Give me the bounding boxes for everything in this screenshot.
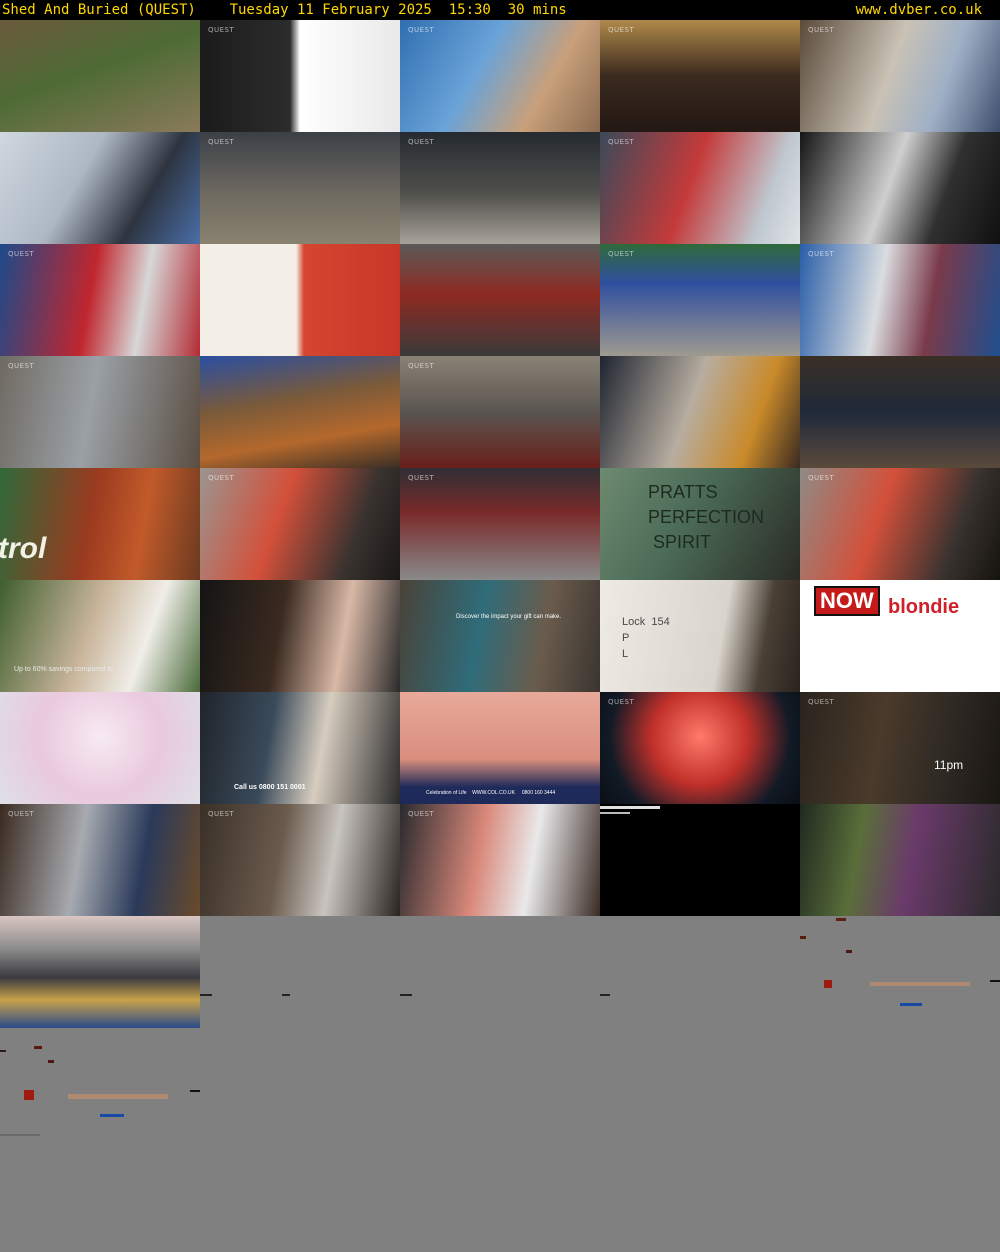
channel-watermark: QUEST: [808, 474, 835, 482]
thumbnail-r3c2[interactable]: [200, 244, 400, 356]
glitch-artifact: [68, 1094, 168, 1099]
thumbnail-r6c1[interactable]: Up to 60% savings compared to…: [0, 580, 200, 692]
channel-watermark: QUEST: [8, 250, 35, 258]
thumbnail-r5c4[interactable]: PRATTS PERFECTION SPIRIT: [600, 468, 800, 580]
thumbnail-r1c4[interactable]: QUEST: [600, 20, 800, 132]
glitch-artifact: [100, 1114, 124, 1117]
thumbnail-r7c1[interactable]: [0, 692, 200, 804]
title-bar: Shed And Buried (QUEST) Tuesday 11 Febru…: [0, 0, 1000, 20]
thumbnail-r5c1[interactable]: trol: [0, 468, 200, 580]
thumbnail-r2c1[interactable]: [0, 132, 200, 244]
glitch-artifact: [846, 950, 852, 953]
glitch-artifact: [900, 1003, 922, 1006]
frame-caption: PRATTS PERFECTION SPIRIT: [648, 482, 765, 552]
channel-watermark: QUEST: [208, 810, 235, 818]
glitch-artifact: [824, 980, 832, 988]
channel-watermark: QUEST: [608, 26, 635, 34]
frame-caption: Call us 0800 151 0001: [234, 784, 306, 791]
thumbnail-r4c3[interactable]: QUEST: [400, 356, 600, 468]
channel-watermark: QUEST: [808, 698, 835, 706]
site-link[interactable]: www.dvber.co.uk: [856, 0, 982, 20]
thumbnail-r9c1[interactable]: [0, 916, 200, 1028]
thumbnail-r4c2[interactable]: [200, 356, 400, 468]
thumbnail-r4c4[interactable]: [600, 356, 800, 468]
thumbnail-r2c5[interactable]: [800, 132, 1000, 244]
glitch-artifact: [48, 1060, 54, 1063]
thumbnail-r6c2[interactable]: [200, 580, 400, 692]
thumbnail-r3c1[interactable]: QUEST: [0, 244, 200, 356]
thumbnail-r5c5[interactable]: QUEST: [800, 468, 1000, 580]
glitch-artifact: [0, 1134, 40, 1136]
frame-caption: 11pm: [934, 758, 964, 772]
glitch-artifact: [600, 806, 660, 809]
glitch-artifact: [836, 918, 846, 921]
thumbnail-r5c2[interactable]: QUEST: [200, 468, 400, 580]
thumbnail-r8c1[interactable]: QUEST: [0, 804, 200, 916]
thumbnail-r6c5[interactable]: NOW blondie: [800, 580, 1000, 692]
thumbnail-r8c2[interactable]: QUEST: [200, 804, 400, 916]
thumbnail-r7c5[interactable]: QUEST 11pm: [800, 692, 1000, 804]
channel-watermark: QUEST: [408, 26, 435, 34]
thumbnail-r1c2[interactable]: QUEST: [200, 20, 400, 132]
thumbnail-r8c4[interactable]: [600, 804, 800, 916]
thumbnail-r7c3[interactable]: Celebration of Life WWW.COL.CO.UK 0800 1…: [400, 692, 600, 804]
channel-watermark: QUEST: [408, 138, 435, 146]
thumbnail-r6c3[interactable]: Discover the impact your gift can make.: [400, 580, 600, 692]
thumbnail-r2c3[interactable]: QUEST: [400, 132, 600, 244]
glitch-artifact: [600, 812, 630, 814]
channel-watermark: QUEST: [208, 26, 235, 34]
channel-watermark: QUEST: [808, 26, 835, 34]
frame-caption: Lock 154 P L: [622, 616, 670, 660]
frame-caption: trol: [0, 532, 47, 565]
thumbnail-r1c5[interactable]: QUEST: [800, 20, 1000, 132]
thumbnail-r8c3[interactable]: QUEST: [400, 804, 600, 916]
thumbnail-r7c4[interactable]: QUEST: [600, 692, 800, 804]
thumbnail-r4c5[interactable]: [800, 356, 1000, 468]
programme-title: Shed And Buried (QUEST) Tuesday 11 Febru…: [2, 2, 567, 18]
frame-caption: Up to 60% savings compared to…: [14, 666, 121, 673]
glitch-artifact: [24, 1090, 34, 1100]
channel-watermark: QUEST: [608, 138, 635, 146]
thumbnail-r1c3[interactable]: QUEST: [400, 20, 600, 132]
channel-watermark: QUEST: [408, 362, 435, 370]
glitch-artifact: [990, 980, 1000, 982]
glitch-artifact: [190, 1090, 200, 1092]
thumbnail-r3c4[interactable]: QUEST: [600, 244, 800, 356]
thumbnail-r1c1[interactable]: [0, 20, 200, 132]
thumbnail-r8c5[interactable]: [800, 804, 1000, 916]
thumbnail-r3c5[interactable]: QUEST: [800, 244, 1000, 356]
thumbnail-r7c2[interactable]: Call us 0800 151 0001: [200, 692, 400, 804]
thumbnail-r6c4[interactable]: Lock 154 P L: [600, 580, 800, 692]
channel-watermark: QUEST: [808, 250, 835, 258]
frame-caption: Discover the impact your gift can make.: [456, 614, 562, 620]
thumbnail-r2c4[interactable]: QUEST: [600, 132, 800, 244]
glitch-artifact: [0, 1050, 6, 1052]
glitch-artifact: [200, 994, 212, 996]
channel-watermark: QUEST: [608, 250, 635, 258]
channel-watermark: QUEST: [408, 810, 435, 818]
thumbnail-grid: QUEST QUEST QUEST QUEST QUEST QUEST QUEST QUEST…: [0, 20, 1000, 1252]
thumbnail-r5c3[interactable]: QUEST: [400, 468, 600, 580]
glitch-artifact: [800, 936, 806, 939]
glitch-artifact: [600, 994, 610, 996]
channel-watermark: QUEST: [208, 474, 235, 482]
channel-watermark: QUEST: [408, 474, 435, 482]
frame-caption-secondary: blondie: [888, 596, 960, 618]
glitch-artifact: [400, 994, 412, 996]
frame-caption: Celebration of Life WWW.COL.CO.UK 0800 1…: [426, 790, 556, 796]
thumbnail-r3c3[interactable]: [400, 244, 600, 356]
thumbnail-r2c2[interactable]: QUEST: [200, 132, 400, 244]
glitch-artifact: [870, 982, 970, 986]
glitch-artifact: [34, 1046, 42, 1049]
channel-watermark: QUEST: [8, 810, 35, 818]
frame-caption: NOW: [814, 586, 880, 616]
channel-watermark: QUEST: [8, 362, 35, 370]
thumbnail-r4c1[interactable]: QUEST: [0, 356, 200, 468]
channel-watermark: QUEST: [608, 698, 635, 706]
channel-watermark: QUEST: [208, 138, 235, 146]
glitch-artifact: [282, 994, 290, 996]
